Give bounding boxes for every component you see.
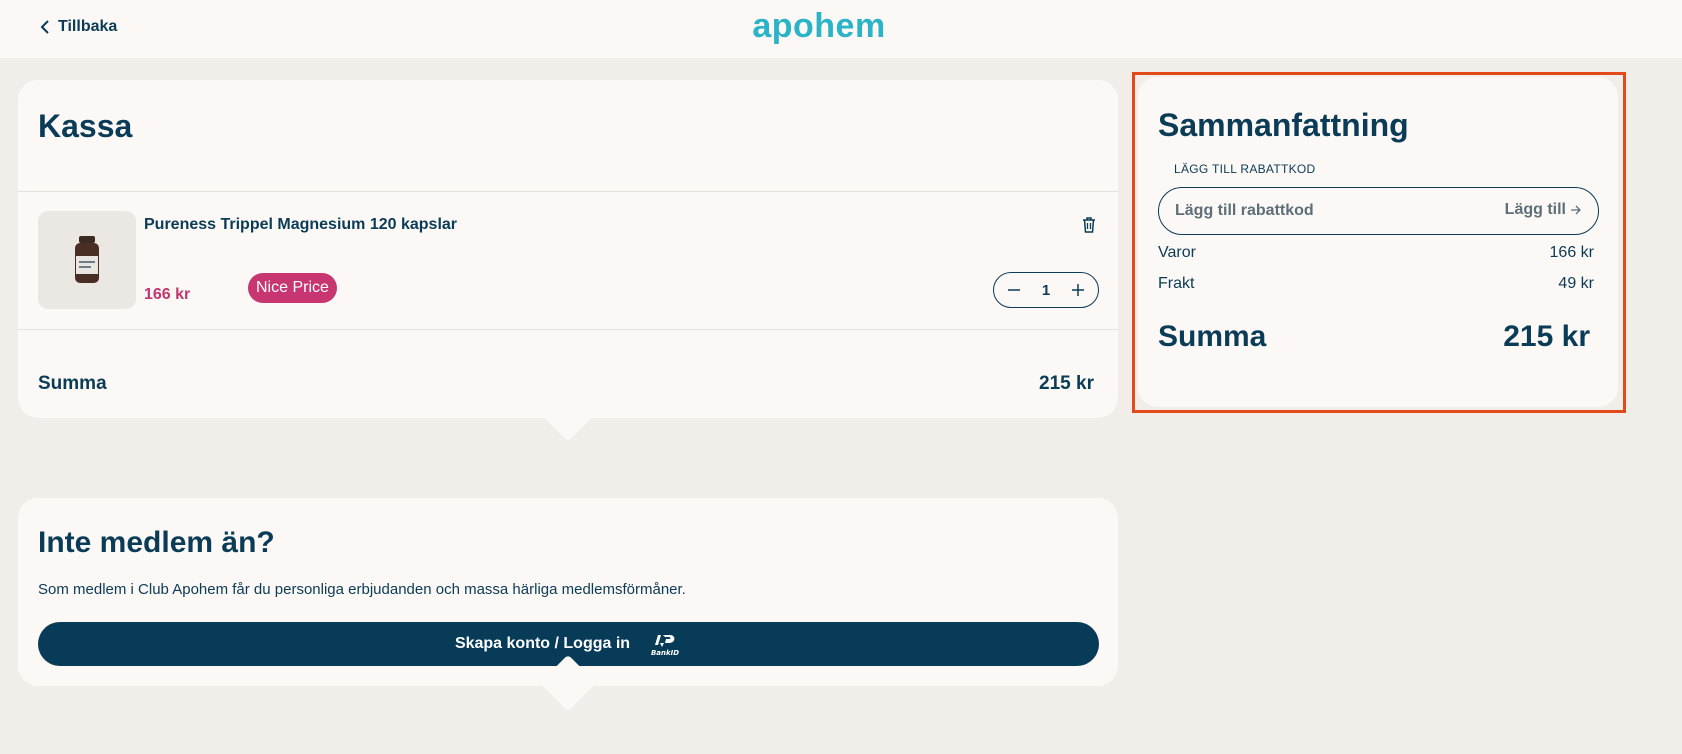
product-image[interactable]: [38, 211, 136, 309]
checkout-sum-value: 215 kr: [1039, 373, 1094, 394]
apohem-logo[interactable]: apohem: [752, 6, 885, 46]
back-label: Tillbaka: [58, 18, 118, 35]
quantity-stepper[interactable]: 1: [993, 272, 1099, 308]
membership-description: Som medlem i Club Apohem får du personli…: [38, 581, 686, 598]
bankid-label: BankID: [651, 649, 679, 657]
page-title: Kassa: [38, 108, 133, 144]
plus-icon: [1072, 284, 1084, 296]
trash-icon: [1083, 217, 1095, 233]
back-link[interactable]: Tillbaka: [40, 16, 117, 38]
top-bar: Tillbaka apohem: [0, 0, 1682, 58]
login-button-label: Skapa konto / Logga in: [454, 635, 631, 652]
supplement-bottle-icon: [75, 236, 99, 283]
logo-text: apohem: [752, 6, 886, 45]
membership-title: Inte medlem än?: [38, 526, 275, 559]
minus-icon: [1008, 289, 1020, 291]
decrease-quantity-button[interactable]: [1004, 280, 1024, 300]
checkout-sum-label: Summa: [38, 373, 107, 394]
summary-highlight-frame: [1132, 72, 1626, 413]
checkout-card: Kassa Pureness Trippel Magnesium 120 kap…: [18, 80, 1118, 418]
divider: [18, 191, 1118, 192]
increase-quantity-button[interactable]: [1068, 280, 1088, 300]
quantity-value: 1: [1041, 281, 1051, 299]
remove-item-button[interactable]: [1079, 215, 1099, 235]
bankid-icon: BankID: [651, 635, 679, 657]
chevron-left-icon: [40, 20, 49, 34]
product-price: 166 kr: [144, 286, 191, 303]
nice-price-badge: Nice Price: [248, 273, 337, 303]
product-name[interactable]: Pureness Trippel Magnesium 120 kapslar: [144, 216, 457, 234]
divider: [18, 329, 1118, 330]
